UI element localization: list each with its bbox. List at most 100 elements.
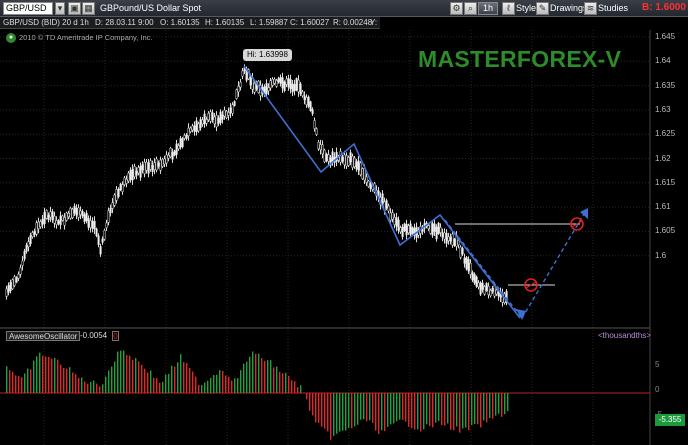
oscillator-bar: [333, 393, 335, 436]
oscillator-bar: [306, 393, 308, 400]
price-bar: [495, 289, 498, 295]
price-bar: [131, 168, 134, 181]
price-bar: [183, 135, 186, 139]
oscillator-bar: [36, 356, 38, 393]
oscillator-bar: [492, 393, 494, 419]
oscillator-bar: [15, 375, 17, 393]
oscillator-name[interactable]: AwesomeOscillator: [6, 331, 81, 341]
oscillator-bar: [96, 383, 98, 393]
oscillator-bar: [297, 387, 299, 393]
price-bar: [209, 111, 212, 122]
price-bar: [81, 211, 84, 217]
oscillator-bar: [111, 366, 113, 393]
price-bar: [165, 154, 168, 164]
price-bar: [97, 235, 100, 245]
oscillator-bar: [420, 393, 422, 432]
price-bar: [355, 161, 358, 170]
oscillator-bar: [468, 393, 470, 431]
high-badge: Hi: 1.63998: [243, 49, 292, 61]
price-bar: [287, 78, 290, 88]
oscillator-bar: [501, 393, 503, 417]
oscillator-bar: [147, 372, 149, 393]
oscillator-bar: [336, 393, 338, 434]
oscillator-bar: [426, 393, 428, 425]
oscillator-bar: [354, 393, 356, 427]
price-bar: [345, 155, 348, 167]
price-bar: [13, 276, 16, 286]
oscillator-bar: [45, 356, 47, 393]
price-bar: [491, 288, 494, 292]
price-bar: [279, 77, 282, 84]
oscillator-bar: [222, 370, 224, 393]
oscillator-bar: [102, 384, 104, 393]
price-bar: [453, 238, 456, 247]
price-bar: [69, 208, 72, 219]
oscillator-bar: [432, 393, 434, 428]
price-bar: [285, 78, 288, 85]
oscillator-bar: [12, 371, 14, 393]
oscillator-bar: [384, 393, 386, 432]
price-bar: [289, 79, 292, 90]
oscillator-bar: [108, 370, 110, 393]
oscillator-bar: [216, 374, 218, 393]
oscillator-bar: [24, 373, 26, 393]
price-bar: [31, 232, 34, 237]
oscillator-bar: [261, 358, 263, 393]
price-bar: [433, 223, 436, 232]
price-bar: [237, 86, 240, 93]
price-bar: [173, 150, 176, 156]
price-bar: [407, 225, 410, 234]
chart-grid: [0, 30, 651, 445]
oscillator-bar: [195, 376, 197, 393]
oscillator-bar: [75, 374, 77, 393]
oscillator-axis-tick: 5: [655, 360, 660, 369]
oscillator-bar: [180, 354, 182, 393]
oscillator-bar: [129, 355, 131, 393]
price-bar: [217, 117, 220, 124]
price-bar: [359, 162, 362, 175]
price-axis-tick: 1.62: [655, 153, 671, 163]
price-bar: [267, 87, 270, 92]
price-bar: [431, 223, 434, 236]
oscillator-bar: [135, 357, 137, 393]
oscillator-bar: [204, 382, 206, 393]
price-bar: [227, 112, 230, 116]
oscillator-bar: [267, 360, 269, 393]
price-bar: [169, 147, 172, 158]
oscillator-bar: [189, 367, 191, 393]
price-bar: [203, 113, 206, 125]
price-bar: [349, 152, 352, 163]
oscillator-bar: [387, 393, 389, 427]
price-bar: [75, 207, 78, 216]
oscillator-bar: [162, 381, 164, 393]
oscillator-bar: [84, 381, 86, 393]
oscillator-bar: [411, 393, 413, 429]
price-bar: [343, 154, 346, 166]
oscillator-bar: [120, 350, 122, 393]
oscillator-bar: [132, 359, 134, 393]
oscillator-bar: [369, 393, 371, 421]
oscillator-bar: [78, 377, 80, 393]
price-bar: [273, 78, 276, 84]
price-bar: [313, 120, 316, 129]
oscillator-bar: [6, 366, 8, 393]
price-bar: [109, 207, 112, 214]
oscillator-bar: [99, 386, 101, 393]
price-bar: [19, 267, 22, 275]
price-bar: [147, 162, 150, 174]
oscillator-bar: [462, 393, 464, 429]
oscillator-bar: [264, 360, 266, 393]
oscillator-bar: [30, 369, 32, 393]
price-bar: [121, 184, 124, 192]
price-bar: [269, 80, 272, 89]
price-bar: [71, 208, 74, 218]
oscillator-bar: [288, 375, 290, 393]
price-bar: [113, 194, 116, 206]
price-bar: [449, 236, 452, 242]
oscillator-bar: [276, 366, 278, 393]
price-bar: [23, 250, 26, 260]
price-bar: [307, 96, 310, 107]
price-bar: [225, 111, 228, 118]
price-bar: [331, 151, 334, 163]
price-bar: [479, 282, 482, 295]
